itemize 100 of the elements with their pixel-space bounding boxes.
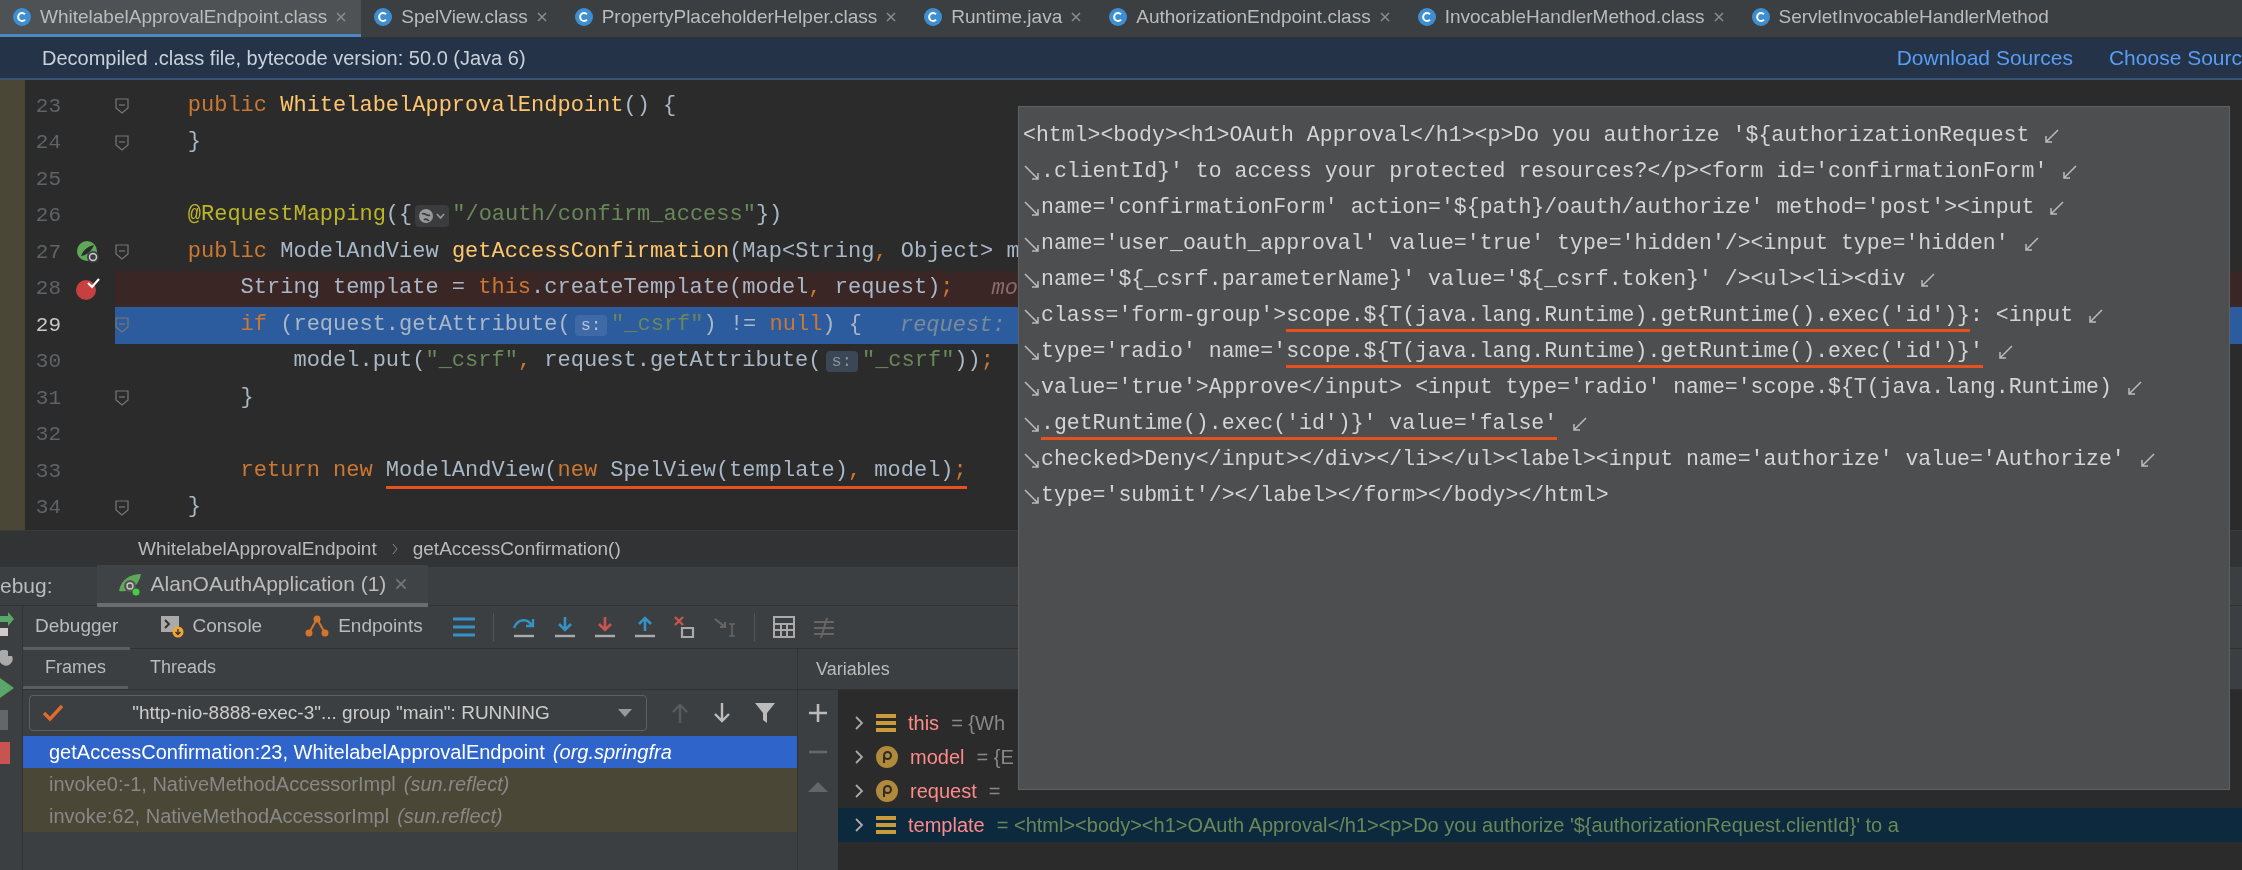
add-icon[interactable] (809, 704, 827, 722)
line-number: 25 (34, 167, 61, 191)
code-text: } (186, 493, 201, 522)
variable-row[interactable]: request = (838, 774, 2242, 808)
close-icon[interactable] (1712, 11, 1725, 23)
drop-frame-icon[interactable] (673, 616, 696, 638)
code-text: } (186, 128, 201, 157)
leaf-icon[interactable] (76, 240, 100, 265)
calculator-icon[interactable] (772, 616, 795, 638)
file-tab[interactable]: WhitelabelApprovalEndpoint.class (0, 0, 362, 37)
step-over-icon[interactable] (511, 616, 536, 638)
inline-value-hint: request: (899, 312, 1006, 338)
check-icon (42, 704, 64, 722)
link[interactable]: Download Sources (1896, 46, 2073, 70)
code-text: return new ModelAndView(new SpelView(template), model); (135, 453, 967, 489)
tooltip-text-line: class='form-group'>scope.${T(java.lang.Runtime).getRuntime().exec('id')}: <input (1041, 301, 2074, 333)
step-out-icon[interactable] (633, 616, 656, 638)
class-file-icon (573, 7, 594, 27)
file-tab[interactable]: Runtime.java (911, 0, 1097, 37)
variable-row[interactable]: model = {E (838, 740, 2242, 774)
file-tab[interactable]: PropertyPlaceholderHelper.class (561, 0, 912, 37)
code-text: "/oauth/confirm_access"}) (452, 201, 783, 230)
class-file-icon (373, 7, 394, 27)
close-icon[interactable] (535, 11, 548, 23)
tooltip-text-line: checked>Deny</input></div></li></ul><label><input name='authorize' value='Authorize' (1041, 446, 2125, 473)
tooltip-text-line: .getRuntime().exec('id')}' value='false' (1041, 409, 1558, 441)
fold-icon[interactable] (115, 244, 129, 261)
wrap-start-icon (1023, 488, 1041, 506)
fold-icon[interactable] (115, 98, 129, 115)
parameter-icon (876, 780, 898, 802)
class-file-icon (1108, 7, 1129, 27)
stack-frame[interactable]: getAccessConfirmation:23, WhitelabelApprovalEndpoint (org.springfra (23, 736, 797, 768)
frames-tab[interactable]: Threads (128, 649, 239, 689)
fold-icon[interactable] (115, 390, 129, 407)
up-triangle-icon[interactable] (808, 782, 828, 792)
breadcrumb-item[interactable]: WhitelabelApprovalEndpoint (138, 538, 377, 560)
close-icon[interactable] (1378, 11, 1391, 23)
panel-title: Variables (816, 658, 890, 680)
tooltip-text-line: type='radio' name='scope.${T(java.lang.Runtime).getRuntime().exec('id')}' (1041, 337, 1983, 369)
line-number: 24 (34, 131, 61, 155)
class-file-icon (12, 7, 32, 27)
file-tab[interactable]: InvocableHandlerMethod.class (1404, 0, 1739, 37)
breadcrumb-item[interactable]: getAccessConfirmation() (412, 538, 621, 560)
chevron-icon[interactable] (854, 818, 864, 832)
field-icon (876, 815, 896, 835)
variable-row[interactable]: this = {Wh (838, 706, 2242, 740)
wrap-start-icon (1023, 380, 1041, 398)
wrap-end-icon (2087, 308, 2106, 326)
globe-icon[interactable] (415, 204, 450, 227)
file-tab[interactable]: AuthorizationEndpoint.class (1096, 0, 1405, 37)
line-number: 34 (34, 496, 61, 520)
parameter-hint: s: (574, 314, 608, 336)
fold-icon[interactable] (115, 134, 129, 151)
wrap-end-icon (1571, 416, 1590, 434)
tooltip-text-line: name='confirmationForm' action='${path}/oauth/authorize' method='post'><input (1041, 194, 2035, 221)
list-icon[interactable] (452, 617, 475, 637)
line-number: 26 (34, 204, 61, 228)
chevron-icon[interactable] (854, 784, 864, 798)
down-arrow-icon[interactable] (713, 703, 731, 723)
file-tab[interactable]: SpelView.class (361, 0, 562, 37)
code-text: "_csrf") != null) { (611, 310, 862, 339)
parameter-hint: s: (825, 351, 858, 373)
wrap-end-icon (1919, 272, 1938, 290)
wrap-end-icon (2048, 200, 2067, 218)
wrap-start-icon (1023, 236, 1041, 254)
caret-icon (618, 709, 632, 717)
fold-icon[interactable] (115, 499, 129, 516)
tooltip-text-line: .clientId}' to access your protected resources?</p><form id='confirmationForm' (1041, 158, 2048, 185)
close-icon[interactable] (1070, 11, 1083, 23)
file-tab[interactable]: ServletInvocableHandlerMethod (1738, 0, 2063, 37)
wrap-start-icon (1023, 164, 1041, 182)
leaf-icon (116, 571, 143, 597)
tooltip-text-line: <html><body><h1>OAuth Approval</h1><p>Do you authorize '${authorizationRequest (1023, 122, 2030, 149)
chevron-icon[interactable] (854, 750, 864, 764)
inline-value-hint: mo (991, 276, 1018, 302)
wrap-start-icon (1023, 416, 1041, 434)
close-icon[interactable] (335, 11, 348, 23)
run-to-cursor-icon[interactable] (713, 616, 736, 638)
close-icon[interactable] (394, 577, 409, 591)
debug-tab[interactable]: Endpoints (292, 604, 435, 650)
resume-icon[interactable] (0, 678, 14, 698)
rerun-icon[interactable] (0, 612, 14, 638)
session-tab[interactable]: AlanOAuthApplication (1) (96, 565, 429, 607)
code-text: public WhitelabelApprovalEndpoint() { (186, 91, 677, 120)
field-icon (876, 713, 896, 733)
frames-tab[interactable]: Frames (23, 649, 128, 689)
thread-dropdown[interactable]: "http-nio-8888-exec-3"... group "main": RUNNING (29, 695, 647, 731)
link[interactable]: Choose Sourc (2108, 46, 2242, 70)
line-number: 28 (34, 277, 61, 301)
debug-tab[interactable]: Console (148, 604, 275, 650)
class-file-icon (1416, 7, 1437, 27)
filter-icon[interactable] (755, 703, 775, 723)
step-into-icon[interactable] (553, 616, 576, 638)
close-icon[interactable] (885, 11, 898, 23)
debug-tab[interactable]: Debugger (23, 604, 131, 650)
chevron-icon[interactable] (854, 716, 864, 730)
force-step-into-icon[interactable] (593, 616, 616, 638)
line-number: 32 (34, 423, 61, 447)
wrap-end-icon (1996, 344, 2015, 362)
variable-row[interactable]: template = <html><body><h1>OAuth Approval</h1><p>Do you authorize '${authorizationRequest.clientId}' to a (838, 808, 2242, 842)
